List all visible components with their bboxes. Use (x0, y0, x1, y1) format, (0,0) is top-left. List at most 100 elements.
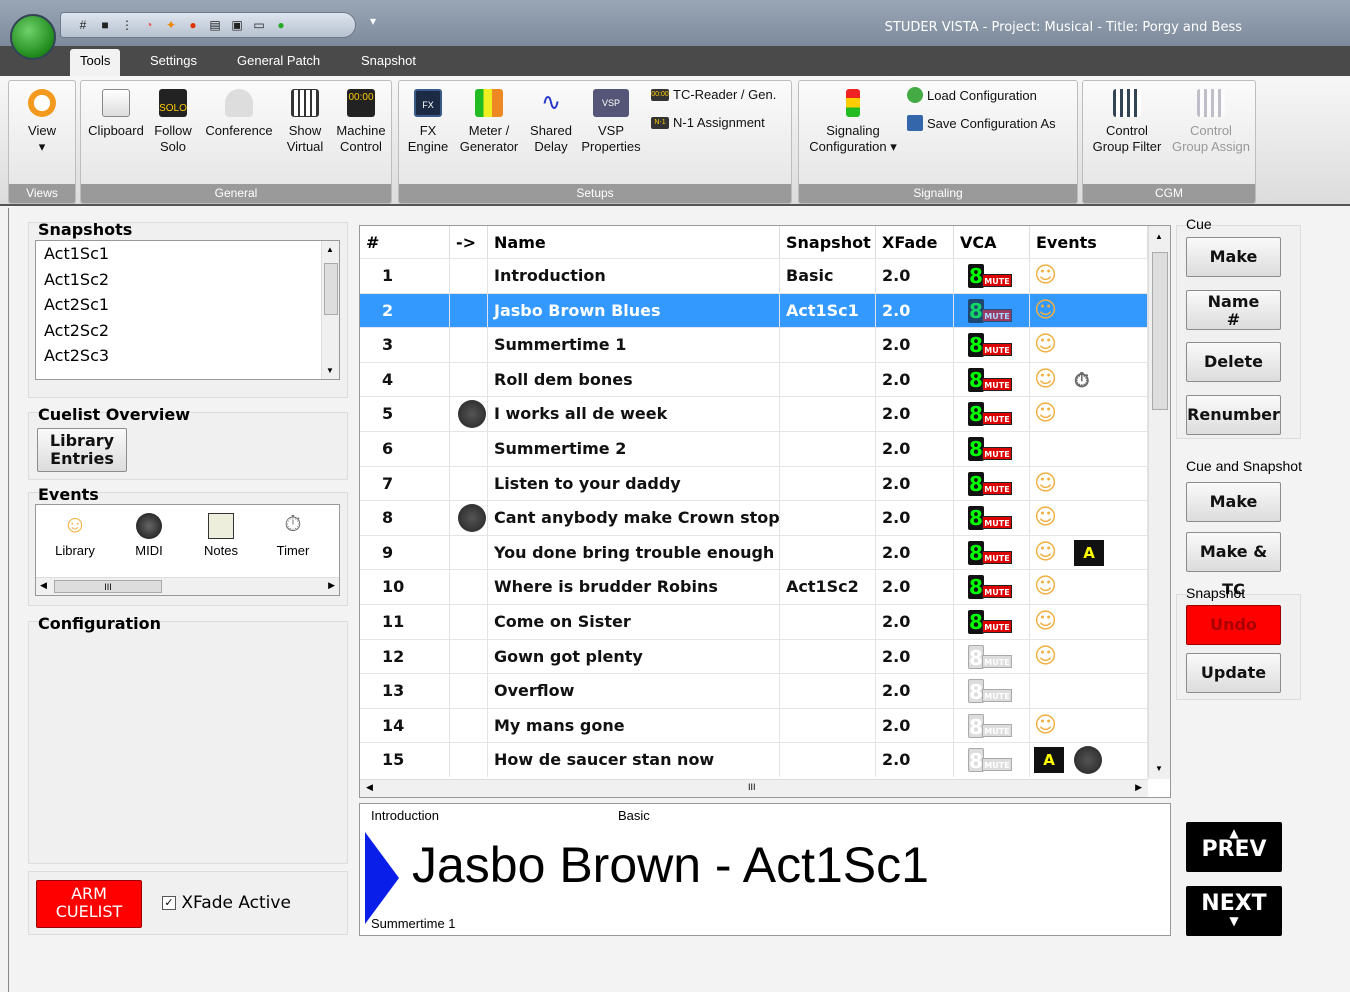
cue-number-cell[interactable]: 12 (360, 639, 450, 674)
cue-name-cell[interactable]: I works all de week (488, 397, 780, 431)
table-scroll-thumb[interactable] (1152, 252, 1168, 410)
timer-icon[interactable]: ◔ (141, 17, 157, 33)
search-icon[interactable]: ● (185, 17, 201, 33)
arrow-cell[interactable] (450, 639, 488, 674)
cue-events-cell[interactable]: ☺ A (1030, 535, 1148, 570)
scroll-left-icon[interactable]: ◀ (366, 782, 373, 793)
event-library[interactable]: ☺ Library (50, 511, 100, 558)
arrow-cell[interactable] (450, 743, 488, 777)
cue-snapshot-cell[interactable] (780, 397, 876, 431)
table-vscrollbar[interactable]: ▲ ▼ (1148, 226, 1170, 779)
cue-xfade-cell[interactable]: 2.0 (876, 605, 954, 639)
col-header-name[interactable]: Name (488, 226, 780, 258)
scroll-up-icon[interactable]: ▲ (326, 245, 334, 254)
snapshot-item[interactable]: Act1Sc2 (36, 267, 339, 293)
cue-vca-cell[interactable]: 8 MUTE (954, 397, 1030, 431)
arrow-cell[interactable] (450, 674, 488, 708)
scroll-left-icon[interactable]: ◀ (40, 580, 47, 591)
cue-snapshot-cell[interactable] (780, 535, 876, 570)
events-icon[interactable]: ✦ (163, 17, 179, 33)
arrow-cell[interactable] (450, 501, 488, 535)
cue-events-cell[interactable]: ☺ (1030, 570, 1148, 604)
cue-snapshot-cell[interactable] (780, 674, 876, 708)
table-hscrollbar[interactable]: ◀ III ▶ (360, 779, 1148, 797)
col-header-xfade[interactable]: XFade (876, 226, 954, 258)
cue-number-cell[interactable]: 4 (360, 362, 450, 397)
table-row[interactable]: 10 Where is brudder Robins Act1Sc2 2.0 8 MUTE… (360, 569, 1148, 604)
table-row[interactable]: 12 Gown got plenty 2.0 8 MUTE ☺ (360, 638, 1148, 674)
cue-xfade-cell[interactable]: 2.0 (876, 466, 954, 501)
cue-vca-cell[interactable]: 8 MUTE (954, 570, 1030, 604)
renumber-button[interactable]: Renumber (1186, 395, 1281, 435)
arrow-cell[interactable] (450, 605, 488, 639)
undo-snapshot-button[interactable]: Undo (1186, 605, 1281, 645)
cue-vca-cell[interactable]: 8 MUTE (954, 535, 1030, 570)
next-button[interactable]: NEXT ▼ (1186, 886, 1282, 936)
cue-snapshot-cell[interactable] (780, 639, 876, 674)
status-icon[interactable]: ● (273, 17, 289, 33)
cue-vca-cell[interactable]: 8 MUTE (954, 466, 1030, 501)
arm-cuelist-button[interactable]: ARM CUELIST (36, 880, 142, 928)
notes-icon[interactable]: ▤ (207, 17, 223, 33)
cue-events-cell[interactable]: A (1030, 743, 1148, 777)
n1-assignment-button[interactable]: N-1 N-1 Assignment (651, 115, 765, 130)
name-number-button[interactable]: Name # (1186, 290, 1281, 330)
cue-events-cell[interactable]: ☺ (1030, 328, 1148, 362)
cue-snapshot-cell[interactable] (780, 605, 876, 639)
cue-number-cell[interactable]: 13 (360, 674, 450, 708)
make-cue-snapshot-button[interactable]: Make (1186, 482, 1281, 522)
cue-number-cell[interactable]: 14 (360, 708, 450, 743)
library-entries-button[interactable]: Library Entries (37, 428, 127, 472)
cue-name-cell[interactable]: You done bring trouble enough (488, 535, 780, 570)
event-notes[interactable]: Notes (196, 511, 246, 558)
hscroll-grip[interactable]: III (748, 782, 756, 792)
snapshot-item[interactable]: Act2Sc1 (36, 292, 339, 318)
cue-snapshot-cell[interactable] (780, 432, 876, 466)
make-tc-button[interactable]: Make & TC (1186, 532, 1281, 599)
signaling-configuration-button[interactable]: Signaling Configuration ▾ (801, 89, 905, 155)
table-row[interactable]: 11 Come on Sister 2.0 8 MUTE ☺ (360, 604, 1148, 639)
cue-number-cell[interactable]: 3 (360, 328, 450, 362)
cue-name-cell[interactable]: Come on Sister (488, 605, 780, 639)
table-row[interactable]: 4 Roll dem bones 2.0 8 MUTE ☺ ⏱ (360, 361, 1148, 397)
arrow-cell[interactable] (450, 259, 488, 293)
cue-events-cell[interactable]: ☺ (1030, 639, 1148, 674)
cue-snapshot-cell[interactable] (780, 743, 876, 777)
table-row[interactable]: 1 Introduction Basic 2.0 8 MUTE ☺ (360, 258, 1148, 293)
table-row[interactable]: 8 Cant anybody make Crown stop 2.0 8 MUTE ☺ (360, 500, 1148, 535)
cue-number-cell[interactable]: 9 (360, 535, 450, 570)
cue-events-cell[interactable]: ☺ (1030, 259, 1148, 293)
grid-icon[interactable]: # (75, 17, 91, 33)
clipboard-button[interactable]: Clipboard (85, 89, 147, 139)
arrow-cell[interactable] (450, 397, 488, 431)
cue-xfade-cell[interactable]: 2.0 (876, 432, 954, 466)
arrow-cell[interactable] (450, 432, 488, 466)
cue-number-cell[interactable]: 10 (360, 570, 450, 604)
cue-vca-cell[interactable]: 8 MUTE (954, 605, 1030, 639)
cue-name-cell[interactable]: Introduction (488, 259, 780, 293)
cue-vca-cell[interactable]: 8 MUTE (954, 674, 1030, 708)
col-header-arrow[interactable]: -> (450, 226, 488, 258)
control-group-assign-button[interactable]: Control Group Assign (1169, 89, 1253, 155)
table-row[interactable]: 14 My mans gone 2.0 8 MUTE ☺ (360, 707, 1148, 743)
cue-vca-cell[interactable]: 8 MUTE (954, 362, 1030, 397)
cue-xfade-cell[interactable]: 2.0 (876, 362, 954, 397)
events-hscrollbar[interactable]: ◀ III ▶ (36, 577, 339, 595)
snapshot-item[interactable]: Act2Sc3 (36, 343, 339, 369)
col-header-number[interactable]: # (360, 226, 450, 258)
cue-snapshot-cell[interactable]: Basic (780, 259, 876, 293)
cue-events-cell[interactable]: ☺ (1030, 605, 1148, 639)
cue-name-cell[interactable]: Summertime 1 (488, 328, 780, 362)
cue-snapshot-cell[interactable] (780, 501, 876, 535)
table-row[interactable]: 6 Summertime 2 2.0 8 MUTE (360, 431, 1148, 466)
prev-button[interactable]: ▲ PREV (1186, 822, 1282, 872)
cue-vca-cell[interactable]: 8 MUTE (954, 743, 1030, 777)
arrow-cell[interactable] (450, 570, 488, 604)
scroll-down-icon[interactable]: ▼ (326, 366, 334, 375)
cue-vca-cell[interactable]: 8 MUTE (954, 293, 1030, 328)
table-row[interactable]: 5 I works all de week 2.0 8 MUTE ☺ (360, 396, 1148, 431)
cue-events-cell[interactable] (1030, 674, 1148, 708)
cue-events-cell[interactable]: ☺ (1030, 466, 1148, 501)
table-row[interactable]: 3 Summertime 1 2.0 8 MUTE ☺ (360, 327, 1148, 362)
cue-name-cell[interactable]: Cant anybody make Crown stop (488, 501, 780, 535)
